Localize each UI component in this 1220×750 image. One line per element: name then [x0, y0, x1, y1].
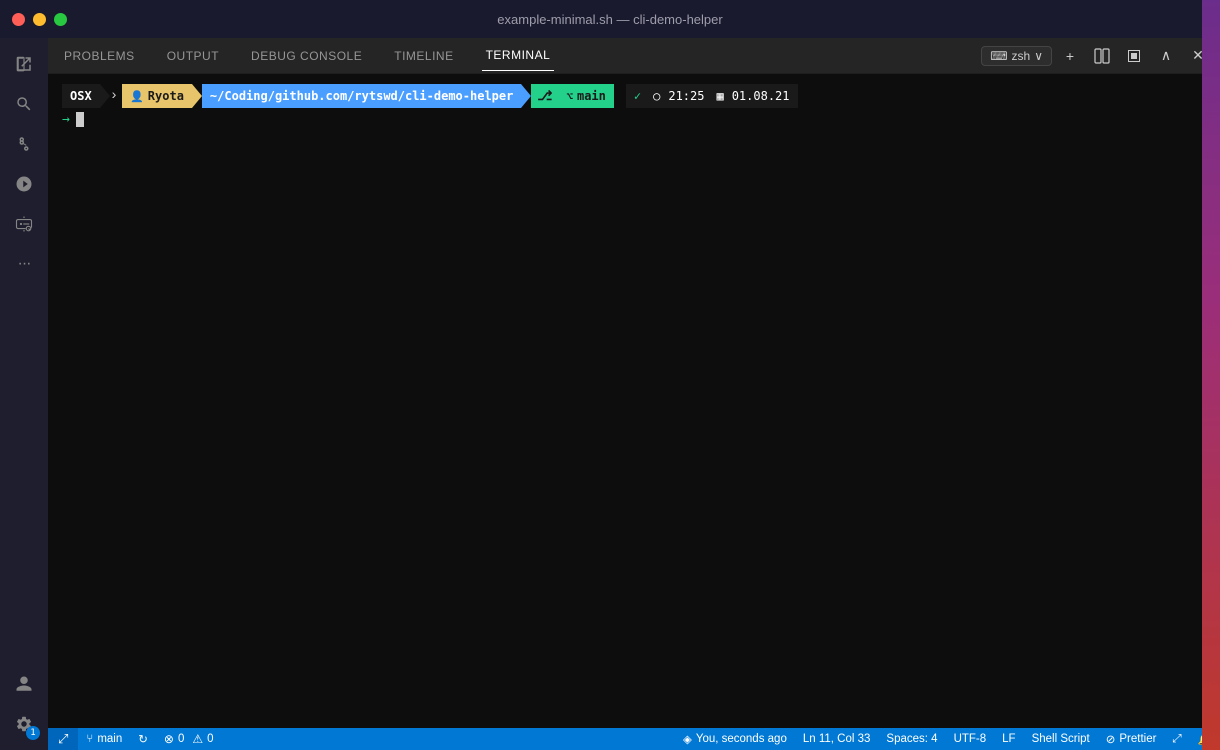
- status-branch[interactable]: ⑂ main: [78, 728, 130, 750]
- error-count: 0: [178, 733, 184, 745]
- terminal-cursor: [76, 112, 84, 127]
- path-text: ~/Coding/github.com/rytswd/cli-demo-help…: [210, 89, 513, 103]
- status-spaces[interactable]: Spaces: 4: [878, 728, 945, 750]
- tab-output[interactable]: OUTPUT: [163, 41, 223, 71]
- calendar-icon: ▦: [716, 89, 723, 103]
- prompt-status-segment: ✓ ○ 21:25 ▦ 01.08.21: [626, 84, 798, 108]
- activity-bar: ··· 1: [0, 38, 48, 750]
- prompt-arrow: →: [62, 112, 70, 127]
- panel-actions: ⌨ zsh ∨ +: [973, 42, 1220, 70]
- status-source-control[interactable]: ◈ You, seconds ago: [675, 728, 795, 750]
- close-button[interactable]: [12, 13, 25, 26]
- tab-debug-console[interactable]: DEBUG CONSOLE: [247, 41, 366, 71]
- tab-terminal[interactable]: TERMINAL: [482, 40, 555, 71]
- source-control-icon[interactable]: [6, 126, 42, 162]
- explorer-icon[interactable]: [6, 46, 42, 82]
- status-remote[interactable]: ⤢: [48, 728, 78, 750]
- run-debug-icon[interactable]: [6, 166, 42, 202]
- language-text: Shell Script: [1032, 733, 1090, 745]
- date-display: 01.08.21: [732, 89, 790, 103]
- terminal-area[interactable]: OSX › 👤 Ryota ~/Coding/github.com/rytswd…: [48, 74, 1220, 728]
- minimize-button[interactable]: [33, 13, 46, 26]
- more-extensions-icon[interactable]: ···: [6, 246, 42, 282]
- formatter-icon: ⊘: [1106, 732, 1116, 746]
- error-icon: ⊗: [164, 732, 174, 746]
- shell-label: zsh: [1012, 49, 1031, 63]
- activity-bar-bottom: 1: [6, 666, 42, 750]
- status-bar-right: ◈ You, seconds ago Ln 11, Col 33 Spaces:…: [675, 728, 1220, 750]
- source-control-text: You, seconds ago: [696, 733, 787, 745]
- status-bar-left: ⤢ ⑂ main ↻ ⊗ 0 ⚠ 0: [48, 728, 222, 750]
- prompt-path-segment: ~/Coding/github.com/rytswd/cli-demo-help…: [202, 84, 521, 108]
- tab-timeline[interactable]: TIMELINE: [390, 41, 457, 71]
- search-icon[interactable]: [6, 86, 42, 122]
- traffic-lights: [12, 13, 67, 26]
- time-display: 21:25: [668, 89, 704, 103]
- account-icon[interactable]: [6, 666, 42, 702]
- title-bar: example-minimal.sh — cli-demo-helper: [0, 0, 1220, 38]
- status-encoding[interactable]: UTF-8: [946, 728, 995, 750]
- status-sync[interactable]: ↻: [130, 728, 156, 750]
- terminal-icon: ⌨: [990, 49, 1007, 63]
- warning-icon: ⚠: [192, 732, 203, 746]
- tab-problems[interactable]: PROBLEMS: [60, 41, 139, 71]
- remote-conn-icon: ⤢: [1172, 733, 1181, 746]
- kill-terminal-button[interactable]: [1120, 42, 1148, 70]
- prompt-git-segment: ⎇: [531, 84, 558, 108]
- activity-bar-top: ···: [6, 46, 42, 666]
- source-control-icon-status: ◈: [683, 732, 692, 746]
- branch-name: main: [577, 89, 606, 103]
- window-title: example-minimal.sh — cli-demo-helper: [497, 12, 722, 27]
- status-remote-conn[interactable]: ⤢: [1164, 728, 1189, 750]
- username: Ryota: [148, 89, 184, 103]
- prompt-osx-segment: OSX: [62, 84, 100, 108]
- line-ending-text: LF: [1002, 733, 1015, 745]
- remote-icon: ⤢: [58, 731, 68, 747]
- app-container: ··· 1 PROBLEMS OUTPUT DEBUG CON: [0, 38, 1220, 750]
- clock-icon: ○: [653, 89, 660, 103]
- chevron-down-icon: ∨: [1034, 49, 1043, 63]
- panel-header: PROBLEMS OUTPUT DEBUG CONSOLE TIMELINE T…: [48, 38, 1220, 74]
- status-formatter[interactable]: ⊘ Prettier: [1098, 728, 1165, 750]
- prompt-chevron: ›: [110, 88, 118, 104]
- main-content: PROBLEMS OUTPUT DEBUG CONSOLE TIMELINE T…: [48, 38, 1220, 750]
- formatter-text: Prettier: [1119, 733, 1156, 745]
- branch-icon-status: ⑂: [86, 733, 93, 745]
- terminal-cursor-line: →: [62, 112, 1206, 127]
- user-icon: 👤: [130, 90, 144, 103]
- branch-name-status: main: [97, 733, 122, 745]
- status-language[interactable]: Shell Script: [1024, 728, 1098, 750]
- warning-count: 0: [207, 733, 213, 745]
- status-errors[interactable]: ⊗ 0 ⚠ 0: [156, 728, 222, 750]
- terminal-shell-selector[interactable]: ⌨ zsh ∨: [981, 46, 1052, 66]
- sync-icon: ↻: [138, 732, 148, 746]
- encoding-text: UTF-8: [954, 733, 987, 745]
- maximize-button[interactable]: [54, 13, 67, 26]
- remote-explorer-icon[interactable]: [6, 206, 42, 242]
- side-decoration: [1202, 0, 1220, 750]
- git-icon: ⎇: [537, 89, 552, 104]
- status-bar: ⤢ ⑂ main ↻ ⊗ 0 ⚠ 0 ◈: [48, 728, 1220, 750]
- prompt-user-segment: 👤 Ryota: [122, 84, 192, 108]
- check-icon: ✓: [634, 89, 641, 103]
- position-text: Ln 11, Col 33: [803, 733, 871, 745]
- terminal-prompt-line: OSX › 👤 Ryota ~/Coding/github.com/rytswd…: [62, 84, 1206, 108]
- split-terminal-button[interactable]: [1088, 42, 1116, 70]
- spaces-text: Spaces: 4: [886, 733, 937, 745]
- status-position[interactable]: Ln 11, Col 33: [795, 728, 879, 750]
- panel-tabs: PROBLEMS OUTPUT DEBUG CONSOLE TIMELINE T…: [48, 40, 973, 71]
- collapse-panel-button[interactable]: ∧: [1152, 42, 1180, 70]
- status-line-ending[interactable]: LF: [994, 728, 1023, 750]
- settings-icon[interactable]: 1: [6, 706, 42, 742]
- add-terminal-button[interactable]: +: [1056, 42, 1084, 70]
- osx-label: OSX: [70, 89, 92, 103]
